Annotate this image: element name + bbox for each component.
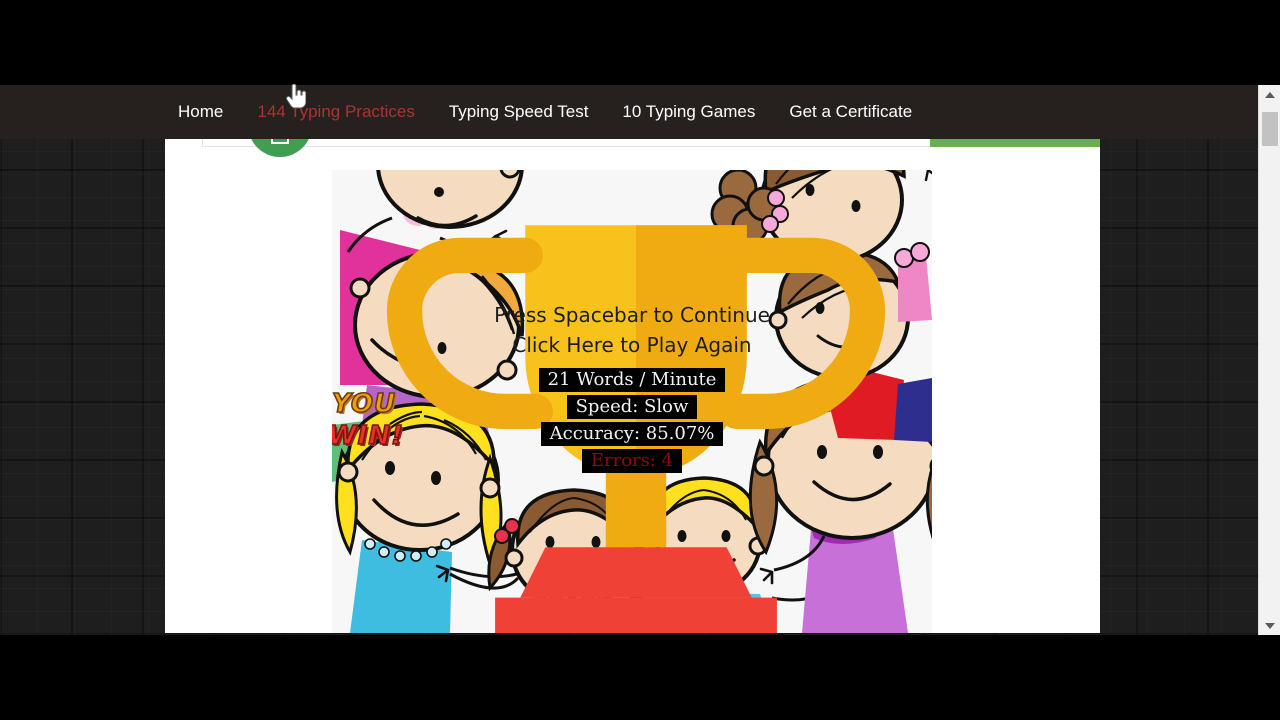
scroll-up-arrow[interactable] bbox=[1259, 85, 1280, 104]
nav-links: Home 144 Typing Practices Typing Speed T… bbox=[0, 102, 946, 122]
stat-accuracy: Accuracy: 85.07% bbox=[540, 422, 724, 446]
game-result-illustration[interactable]: YOU WIN! Press Spacebar to Continue Clic… bbox=[332, 170, 932, 633]
stats-block: 21 Words / Minute Speed: Slow Accuracy: … bbox=[332, 368, 932, 476]
nav-item-144-typing-practices[interactable]: 144 Typing Practices bbox=[257, 102, 415, 122]
nav-item-10-typing-games[interactable]: 10 Typing Games bbox=[622, 102, 755, 122]
site-navigation-bar: Home 144 Typing Practices Typing Speed T… bbox=[0, 85, 1258, 139]
nav-item-get-a-certificate[interactable]: Get a Certificate bbox=[789, 102, 912, 122]
prompt-press-spacebar: Press Spacebar to Continue bbox=[494, 303, 770, 327]
scroll-thumb[interactable] bbox=[1262, 112, 1278, 146]
nav-item-home[interactable]: Home bbox=[178, 102, 223, 122]
browser-page-content: YOU WIN! Press Spacebar to Continue Clic… bbox=[165, 85, 1100, 633]
stat-speed: Speed: Slow bbox=[566, 395, 698, 419]
prompt-block: Press Spacebar to Continue Click Here to… bbox=[332, 300, 932, 360]
screen-capture: YOU WIN! Press Spacebar to Continue Clic… bbox=[0, 0, 1280, 720]
prompt-play-again[interactable]: Click Here to Play Again bbox=[332, 330, 932, 360]
vertical-scrollbar[interactable] bbox=[1258, 85, 1280, 635]
nav-item-typing-speed-test[interactable]: Typing Speed Test bbox=[449, 102, 589, 122]
stat-words-per-minute: 21 Words / Minute bbox=[538, 368, 726, 392]
stat-errors: Errors: 4 bbox=[581, 449, 683, 473]
scroll-down-arrow[interactable] bbox=[1259, 616, 1280, 635]
